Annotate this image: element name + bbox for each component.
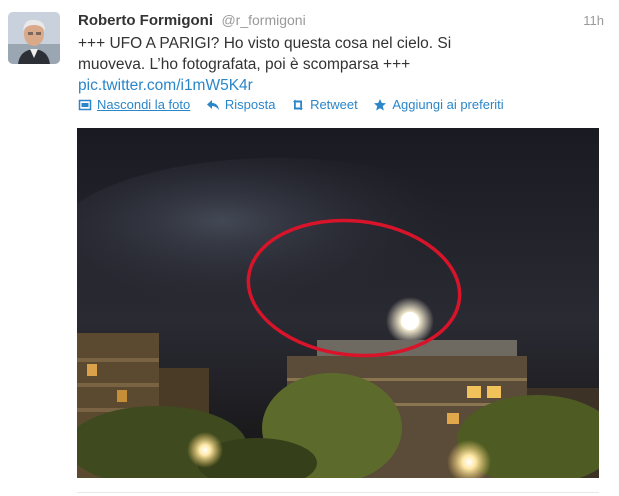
tweet-text-line-2: muoveva. L’ho fotografata, poi è scompar… <box>78 56 411 73</box>
timestamp[interactable]: 11h <box>583 13 604 28</box>
tweet-text: +++ UFO A PARIGI? Ho visto questa cosa n… <box>78 33 598 96</box>
reply-label: Risposta <box>224 97 276 112</box>
hide-photo-button[interactable]: Nascondi la foto <box>78 97 190 112</box>
tweet-photo[interactable] <box>77 128 599 478</box>
retweet-label: Retweet <box>310 97 358 112</box>
night-sky-photo <box>77 128 599 478</box>
screen-name[interactable]: @r_formigoni <box>221 12 305 28</box>
star-icon <box>374 98 387 110</box>
tweet-actions: Nascondi la foto Risposta Retweet Aggiun… <box>78 97 516 117</box>
favorite-label: Aggiungi ai preferiti <box>392 97 504 112</box>
divider <box>77 492 599 493</box>
favorite-button[interactable]: Aggiungi ai preferiti <box>373 97 504 112</box>
media-link[interactable]: pic.twitter.com/i1mW5K4r <box>78 75 598 96</box>
tweet-text-line-1: +++ UFO A PARIGI? Ho visto questa cosa n… <box>78 35 452 52</box>
avatar[interactable] <box>8 12 60 64</box>
fullname[interactable]: Roberto Formigoni <box>78 12 213 29</box>
tweet: Roberto Formigoni @r_formigoni 11h +++ U… <box>0 0 619 496</box>
reply-icon <box>206 99 219 110</box>
retweet-button[interactable]: Retweet <box>291 97 358 112</box>
retweet-icon <box>293 99 304 110</box>
reply-button[interactable]: Risposta <box>206 97 276 112</box>
hide-photo-label: Nascondi la foto <box>97 97 191 112</box>
tweet-header: Roberto Formigoni @r_formigoni 11h <box>78 12 608 32</box>
photo-icon <box>78 99 92 110</box>
